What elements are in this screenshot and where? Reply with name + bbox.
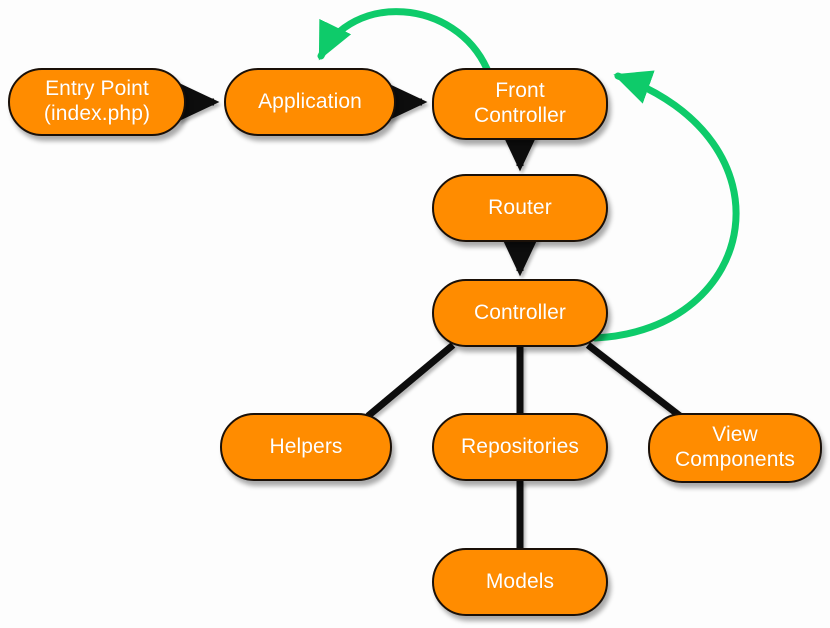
node-label-application: Application bbox=[258, 89, 362, 113]
node-router[interactable]: Router bbox=[432, 174, 608, 242]
node-front-controller[interactable]: Front Controller bbox=[432, 68, 608, 140]
node-label-controller: Controller bbox=[473, 300, 567, 324]
edge-front-controller-to-application-return bbox=[317, 8, 491, 73]
node-entry-point[interactable]: Entry Point (index.php) bbox=[8, 68, 186, 136]
node-repositories[interactable]: Repositories bbox=[432, 413, 608, 481]
node-label-router: Router bbox=[488, 195, 552, 219]
black-edges bbox=[177, 82, 683, 551]
node-label-view-components: View Components bbox=[674, 423, 796, 471]
node-label-front-controller: Front Controller bbox=[473, 79, 567, 127]
node-label-entry-point: Entry Point (index.php) bbox=[43, 77, 151, 125]
node-view-components[interactable]: View Components bbox=[648, 413, 822, 483]
node-controller[interactable]: Controller bbox=[432, 279, 608, 347]
node-label-models: Models bbox=[485, 569, 555, 593]
node-helpers[interactable]: Helpers bbox=[220, 413, 392, 481]
node-label-helpers: Helpers bbox=[269, 434, 343, 458]
edge-controller-to-front-controller-return bbox=[591, 70, 740, 342]
edge-controller-to-helpers bbox=[365, 342, 456, 419]
node-models[interactable]: Models bbox=[432, 548, 608, 616]
diagram-canvas: Entry Point (index.php) Application Fron… bbox=[0, 0, 830, 628]
node-label-repositories: Repositories bbox=[461, 434, 579, 458]
node-application[interactable]: Application bbox=[224, 68, 396, 136]
edge-controller-to-view-components bbox=[585, 342, 683, 419]
